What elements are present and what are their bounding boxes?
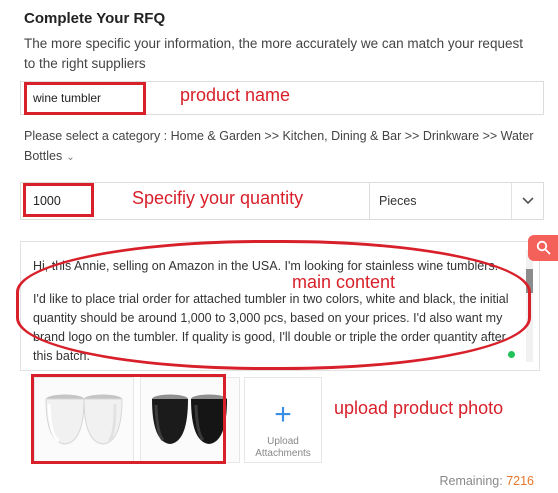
page-title: Complete Your RFQ — [24, 10, 166, 27]
quantity-annotation: Specifiy your quantity — [132, 188, 304, 208]
unit-select[interactable]: Pieces — [370, 182, 544, 220]
remaining-counter: Remaining: 7216 — [439, 474, 534, 488]
chevron-down-icon — [522, 197, 534, 205]
main-content-annotation: main content — [292, 272, 396, 292]
search-icon — [536, 240, 551, 255]
quantity-highlight — [23, 183, 94, 217]
unit-value: Pieces — [379, 194, 417, 208]
upload-photo-annotation: upload product photo — [334, 398, 504, 418]
category-selector[interactable]: Please select a category : Home & Garden… — [24, 126, 544, 168]
chevron-down-icon: ⌄ — [66, 152, 75, 163]
product-name-annotation: product name — [180, 85, 291, 105]
main-content-highlight — [16, 240, 531, 370]
unit-dropdown-arrow[interactable] — [511, 183, 543, 219]
product-name-highlight — [24, 82, 146, 115]
category-path: Please select a category : Home & Garden… — [24, 129, 534, 163]
search-tab[interactable] — [528, 235, 558, 261]
plus-icon: + — [274, 398, 292, 431]
remaining-label: Remaining: — [439, 474, 503, 488]
upload-attachments-label: Upload Attachments — [255, 436, 311, 459]
upload-attachments-button[interactable]: + Upload Attachments — [244, 377, 322, 463]
page-subtitle: The more specific your information, the … — [24, 36, 523, 71]
status-dot — [508, 351, 515, 358]
remaining-count: 7216 — [506, 474, 534, 488]
upload-photo-highlight — [31, 374, 226, 464]
